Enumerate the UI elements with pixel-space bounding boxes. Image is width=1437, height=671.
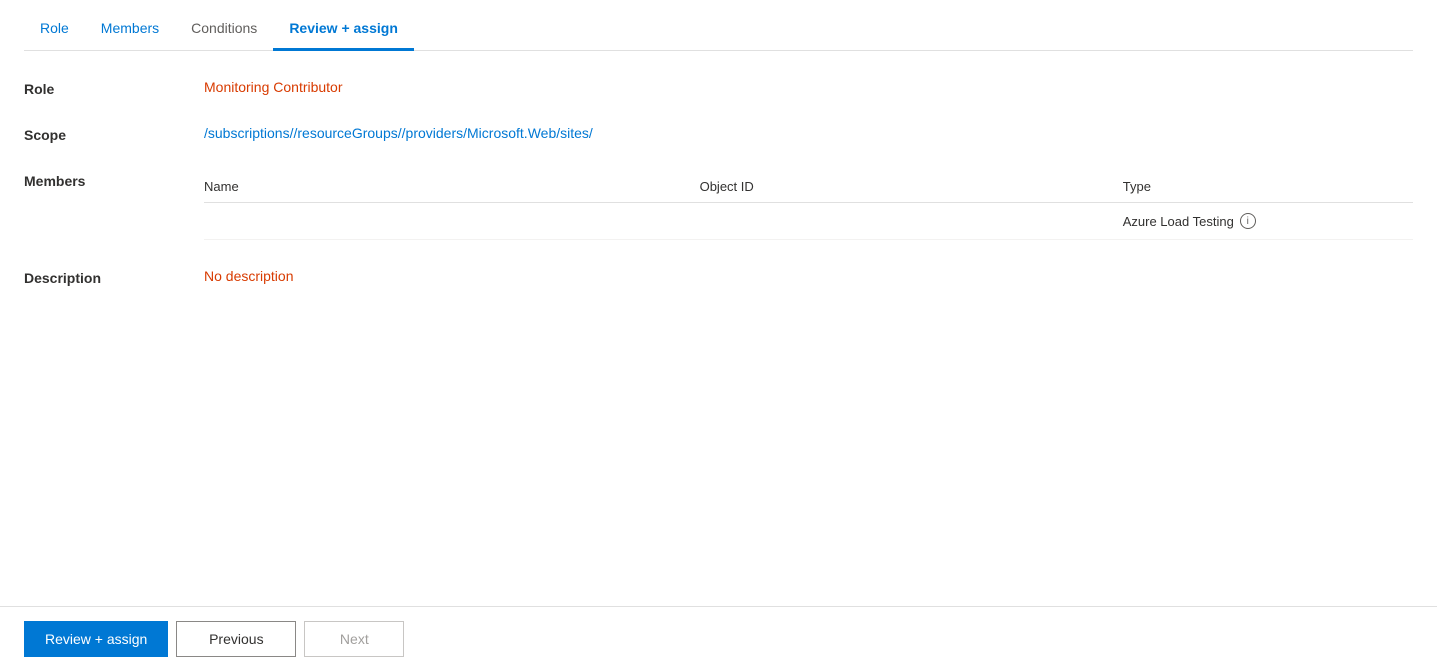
tab-role[interactable]: Role: [24, 8, 85, 51]
role-label: Role: [24, 79, 204, 97]
tab-members[interactable]: Members: [85, 8, 175, 51]
scope-label: Scope: [24, 125, 204, 143]
members-section: Members Name Object ID Type: [24, 171, 1413, 240]
description-label: Description: [24, 268, 204, 286]
scope-subscriptions[interactable]: /subscriptions/: [204, 125, 293, 141]
description-section: Description No description: [24, 268, 1413, 286]
member-type-value: Azure Load Testing: [1123, 214, 1234, 229]
members-label: Members: [24, 171, 204, 189]
previous-button[interactable]: Previous: [176, 621, 296, 657]
tab-bar: Role Members Conditions Review + assign: [24, 0, 1413, 51]
tab-review-assign[interactable]: Review + assign: [273, 8, 414, 51]
footer: Review + assign Previous Next: [0, 606, 1437, 671]
scope-values: /subscriptions/ /resourceGroups/ /provid…: [204, 125, 1413, 141]
role-section: Role Monitoring Contributor: [24, 79, 1413, 97]
member-objectid: [688, 203, 1111, 240]
review-assign-button[interactable]: Review + assign: [24, 621, 168, 657]
tab-conditions[interactable]: Conditions: [175, 8, 273, 51]
next-button: Next: [304, 621, 404, 657]
col-header-type: Type: [1111, 171, 1413, 203]
col-header-objectid: Object ID: [688, 171, 1111, 203]
members-table-container: Name Object ID Type Azure Load Testing i: [204, 171, 1413, 240]
scope-resourcegroups[interactable]: /resourceGroups/: [293, 125, 401, 141]
scope-section: Scope /subscriptions/ /resourceGroups/ /…: [24, 125, 1413, 143]
col-header-name: Name: [204, 171, 688, 203]
members-table: Name Object ID Type Azure Load Testing i: [204, 171, 1413, 240]
info-icon[interactable]: i: [1240, 213, 1256, 229]
scope-providers[interactable]: /providers/Microsoft.Web/sites/: [402, 125, 593, 141]
member-type: Azure Load Testing i: [1111, 203, 1413, 240]
description-value: No description: [204, 268, 1413, 284]
table-row: Azure Load Testing i: [204, 203, 1413, 240]
member-name: [204, 203, 688, 240]
role-value: Monitoring Contributor: [204, 79, 1413, 95]
